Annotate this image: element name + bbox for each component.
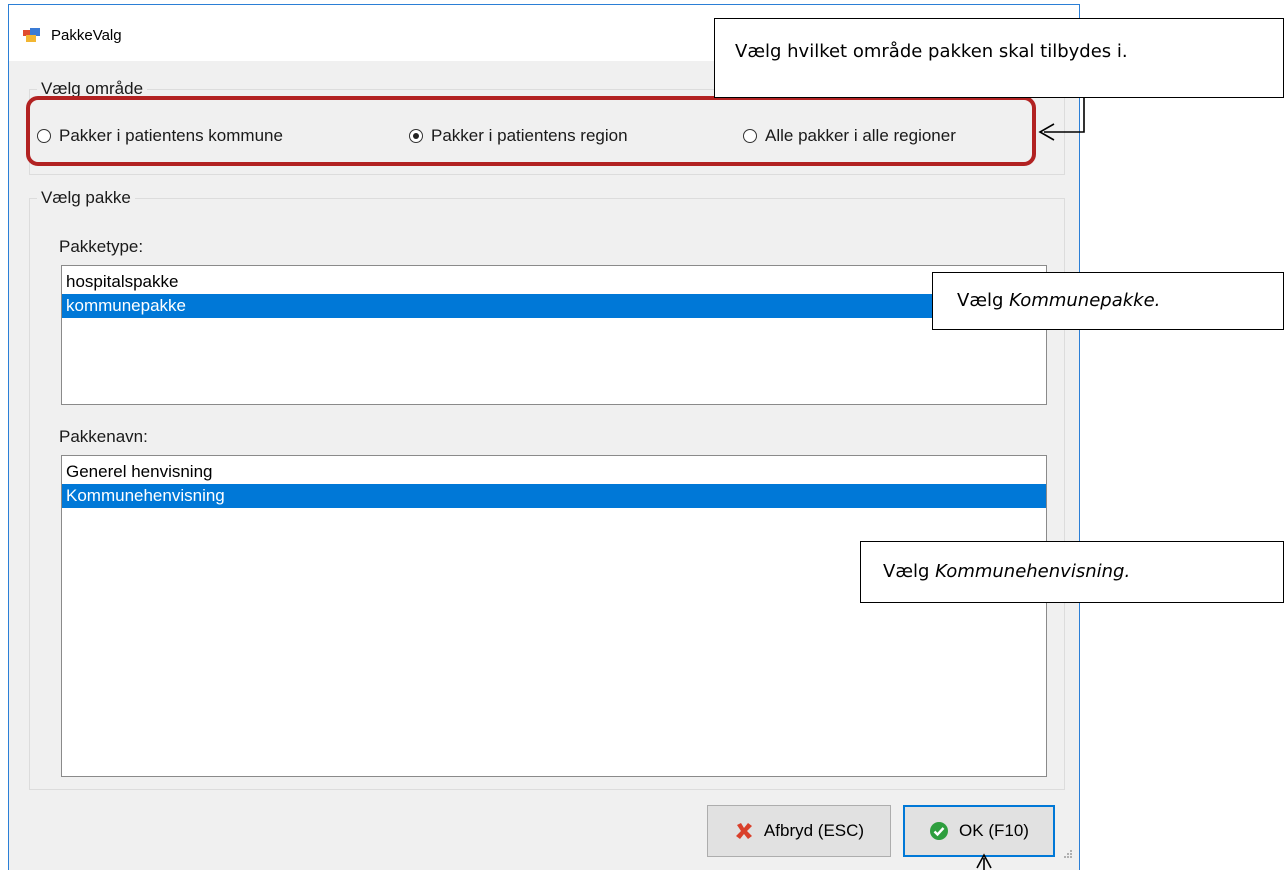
list-item-hospitalspakke[interactable]: hospitalspakke: [62, 270, 1046, 294]
pakketype-listbox[interactable]: hospitalspakke kommunepakke: [61, 265, 1047, 405]
window-title: PakkeValg: [51, 27, 122, 44]
area-highlight-box: [26, 96, 1036, 166]
list-item-kommunehenvisning[interactable]: Kommunehenvisning: [62, 484, 1046, 508]
callout-pakketype-emph: Kommunepakke.: [1009, 290, 1161, 311]
callout-pakketype-prefix: Vælg: [957, 290, 1010, 311]
cancel-button-label: Afbryd (ESC): [763, 821, 865, 840]
list-item-kommunepakke[interactable]: kommunepakke: [62, 294, 1046, 318]
callout-area-text: Vælg hvilket område pakken skal tilbydes…: [735, 41, 1128, 62]
callout-pakkenavn-emph: Kommunehenvisning.: [935, 561, 1131, 582]
ok-button[interactable]: OK (F10): [903, 805, 1055, 857]
red-x-icon: [734, 821, 754, 841]
callout-pakkenavn: Vælg Kommunehenvisning.: [860, 541, 1284, 603]
ok-button-label: OK (F10): [959, 821, 1029, 840]
pakkenavn-label: Pakkenavn:: [59, 427, 148, 446]
callout-area: Vælg hvilket område pakken skal tilbydes…: [714, 18, 1284, 98]
resize-grip-icon[interactable]: [1063, 846, 1073, 864]
list-item-generel-henvisning[interactable]: Generel henvisning: [62, 460, 1046, 484]
green-check-icon: [929, 821, 949, 841]
pakkenavn-listbox[interactable]: Generel henvisning Kommunehenvisning: [61, 455, 1047, 777]
pakketype-label: Pakketype:: [59, 237, 144, 256]
callout-pakkenavn-prefix: Vælg: [883, 561, 936, 582]
callout-pakketype: Vælg Kommunepakke.: [932, 272, 1284, 330]
cancel-button[interactable]: Afbryd (ESC): [707, 805, 891, 857]
app-window-icon: [23, 27, 41, 43]
package-group-label: Vælg pakke: [37, 188, 135, 208]
